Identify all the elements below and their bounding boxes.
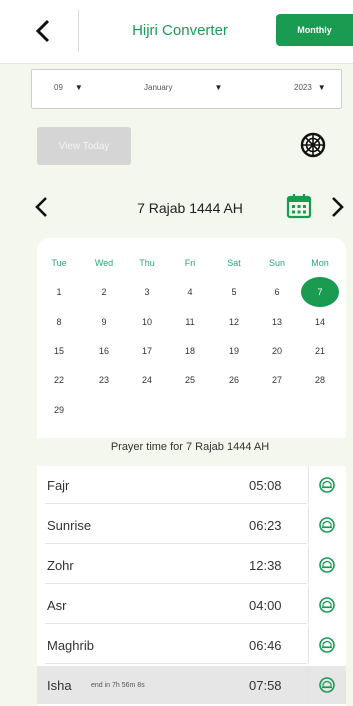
- weekday-header: Thu: [139, 258, 155, 268]
- previous-day-button[interactable]: [34, 196, 50, 218]
- year-select[interactable]: 2023 ▼: [294, 83, 326, 92]
- caret-down-icon: ▼: [214, 83, 223, 92]
- day-select-value: 09: [54, 83, 63, 92]
- row-divider: [308, 546, 309, 584]
- prayer-time: 12:38: [249, 558, 282, 573]
- calendar-day[interactable]: 1: [39, 287, 79, 297]
- caret-down-icon: ▼: [74, 83, 83, 92]
- weekday-header: Fri: [184, 258, 196, 268]
- prayer-heading: Prayer time for 7 Rajab 1444 AH: [110, 441, 270, 453]
- calendar-day[interactable]: 11: [170, 317, 210, 327]
- prayer-row: Asr 04:00: [37, 586, 346, 624]
- prayer-name: Fajr: [47, 478, 70, 493]
- prayer-list: Fajr 05:08 Sunrise 06:23 Zohr 12:38 Asr 04:00 Ma…: [37, 466, 346, 706]
- row-separator: [45, 663, 307, 664]
- weekday-header: Mon: [311, 258, 329, 268]
- calendar-day[interactable]: 5: [214, 287, 254, 297]
- prayer-time: 05:08: [249, 478, 282, 493]
- next-day-button[interactable]: [329, 196, 345, 218]
- page-title: Hijri Converter: [132, 22, 228, 39]
- prayer-row: Sunrise 06:23: [37, 506, 346, 544]
- calendar-day[interactable]: 28: [300, 375, 340, 385]
- calendar-day[interactable]: 6: [257, 287, 297, 297]
- weekday-header: Wed: [94, 258, 114, 268]
- prayer-time: 07:58: [249, 678, 282, 693]
- weekday-header: Tue: [51, 258, 67, 268]
- date-selector-row: 09 ▼ January ▼ 2023 ▼: [31, 69, 342, 109]
- bell-icon[interactable]: [317, 635, 337, 655]
- prayer-row: Fajr 05:08: [37, 466, 346, 504]
- weekday-header: Sat: [227, 258, 241, 268]
- chevron-left-icon: [35, 19, 50, 43]
- calendar-day[interactable]: 27: [257, 375, 297, 385]
- calendar-day[interactable]: 20: [257, 346, 297, 356]
- year-select-value: 2023: [294, 83, 312, 92]
- day-select[interactable]: 09 ▼: [54, 83, 83, 92]
- row-separator: [45, 583, 307, 584]
- prayer-name: Isha: [47, 678, 72, 693]
- app-header: Hijri Converter Monthly: [0, 0, 353, 64]
- prayer-row: Isha end in 7h 56m 8s 07:58: [37, 666, 346, 704]
- calendar-day[interactable]: 29: [39, 405, 79, 415]
- calendar-day[interactable]: 14: [300, 317, 340, 327]
- calendar-day[interactable]: 13: [257, 317, 297, 327]
- calendar-day[interactable]: 3: [127, 287, 167, 297]
- prayer-name: Zohr: [47, 558, 74, 573]
- caret-down-icon: ▼: [317, 83, 326, 92]
- calendar-day[interactable]: 18: [170, 346, 210, 356]
- bell-icon[interactable]: [317, 675, 337, 695]
- calendar-day[interactable]: 7: [301, 277, 339, 307]
- calendar-grid: [37, 238, 346, 438]
- monthly-button[interactable]: Monthly: [276, 14, 353, 46]
- prayer-name: Asr: [47, 598, 67, 613]
- calendar-day[interactable]: 22: [39, 375, 79, 385]
- calendar-day[interactable]: 15: [39, 346, 79, 356]
- month-select-value: January: [144, 83, 173, 92]
- weekday-header: Sun: [268, 258, 285, 268]
- calendar-day[interactable]: 24: [127, 375, 167, 385]
- row-divider: [308, 466, 309, 504]
- prayer-row: Maghrib 06:46: [37, 626, 346, 664]
- calendar-day[interactable]: 10: [127, 317, 167, 327]
- row-divider: [308, 586, 309, 624]
- view-today-button[interactable]: View Today: [37, 127, 131, 165]
- row-divider: [308, 666, 309, 704]
- calendar-day[interactable]: 25: [170, 375, 210, 385]
- bell-icon[interactable]: [317, 595, 337, 615]
- prayer-name: Maghrib: [47, 638, 94, 653]
- header-divider: [78, 10, 79, 52]
- calendar-day[interactable]: 9: [84, 317, 124, 327]
- row-separator: [45, 623, 307, 624]
- bell-icon[interactable]: [317, 555, 337, 575]
- bell-icon[interactable]: [317, 515, 337, 535]
- prayer-countdown: end in 7h 56m 8s: [91, 682, 145, 689]
- calendar-day[interactable]: 26: [214, 375, 254, 385]
- prayer-row: Zohr 12:38: [37, 546, 346, 584]
- prayer-time: 04:00: [249, 598, 282, 613]
- calendar-day[interactable]: 12: [214, 317, 254, 327]
- back-button[interactable]: [28, 14, 58, 48]
- current-hijri-date: 7 Rajab 1444 AH: [137, 200, 243, 216]
- bell-icon[interactable]: [317, 475, 337, 495]
- calendar-day[interactable]: 17: [127, 346, 167, 356]
- prayer-name: Sunrise: [47, 518, 92, 533]
- row-divider: [308, 626, 309, 664]
- calendar-day[interactable]: 21: [300, 346, 340, 356]
- calendar-day[interactable]: 23: [84, 375, 124, 385]
- prayer-time: 06:23: [249, 518, 282, 533]
- calendar-day[interactable]: 16: [84, 346, 124, 356]
- prayer-time: 06:46: [249, 638, 282, 653]
- row-divider: [308, 506, 309, 544]
- wheel-icon[interactable]: [300, 132, 326, 158]
- calendar-icon[interactable]: [285, 192, 313, 220]
- row-separator: [45, 543, 307, 544]
- month-select[interactable]: January ▼: [144, 83, 222, 92]
- calendar-day[interactable]: 8: [39, 317, 79, 327]
- row-separator: [45, 503, 307, 504]
- calendar-day[interactable]: 19: [214, 346, 254, 356]
- calendar-day[interactable]: 2: [84, 287, 124, 297]
- calendar-day[interactable]: 4: [170, 287, 210, 297]
